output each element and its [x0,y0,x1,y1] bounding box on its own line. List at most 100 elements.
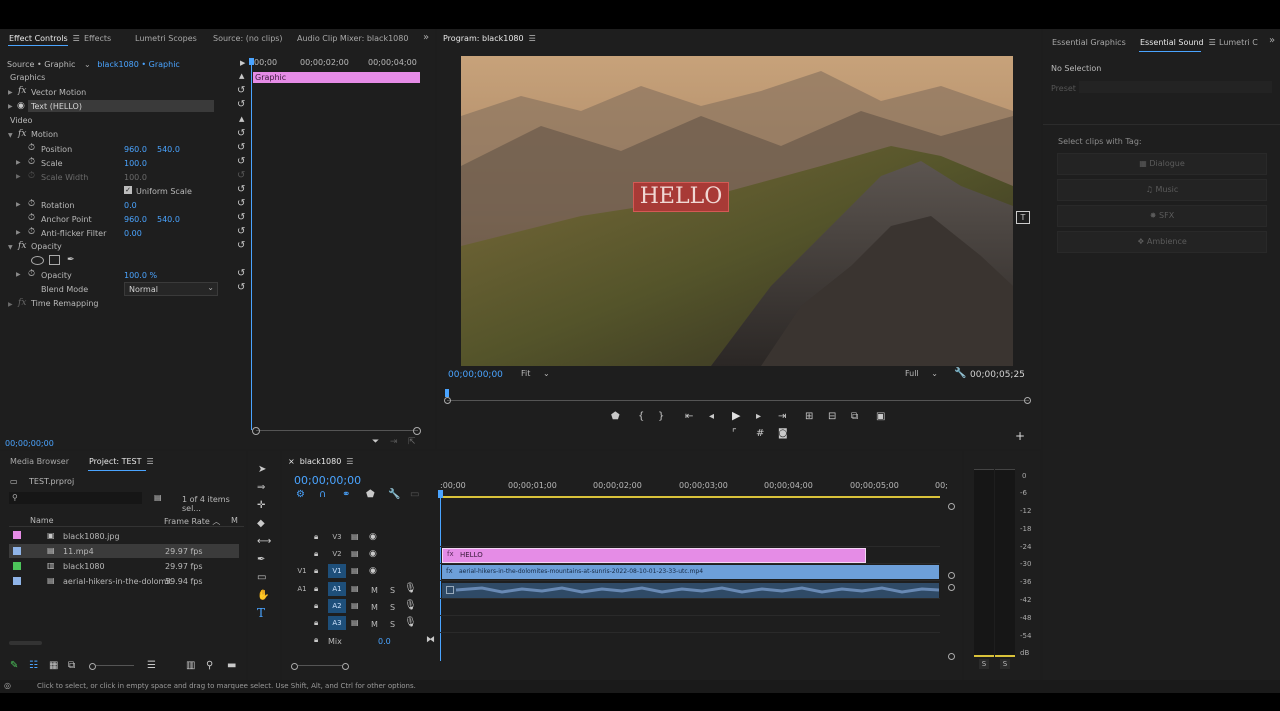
label-color-swatch[interactable] [13,562,21,570]
eye-icon[interactable]: ◉ [369,566,377,576]
solo-left-button[interactable]: S [979,659,989,669]
selection-tool-icon[interactable]: ➤ [258,465,266,475]
lock-icon[interactable]: 🔒︎ [314,635,318,645]
razor-tool-icon[interactable]: ◆ [257,519,265,529]
fx-icon[interactable]: fx [18,129,26,139]
tab-lumetri-color[interactable]: Lumetri C [1219,38,1258,47]
ec-playhead[interactable] [251,60,252,430]
automate-icon[interactable]: ▥ [186,661,195,671]
source-selector[interactable]: Source • Graphic ⌄ black1080 • Graphic [7,60,180,69]
type-tool-icon[interactable]: T [257,607,265,619]
sequence-tab[interactable]: × black1080 ☰ [288,457,353,466]
track-a2-target[interactable]: A2 [328,599,346,613]
microphone-icon[interactable]: 🎙︎ [404,618,417,628]
mute-button[interactable]: M [371,620,378,629]
program-tab[interactable]: Program: black1080 ☰ [443,34,536,43]
new-bin-icon[interactable]: ▤ [154,493,162,503]
zoom-slider[interactable] [96,665,134,666]
project-item-row[interactable]: ▤ 11.mp4 29.97 fps [9,544,239,558]
ellipse-mask-icon[interactable] [31,256,44,265]
ec-zoom-scroll[interactable] [256,430,418,431]
preset-select[interactable] [1079,81,1272,93]
timeline-ruler[interactable]: :00;00 00;00;01;00 00;00;02;00 00;00;03;… [440,479,950,499]
mute-button[interactable]: M [371,586,378,595]
reset-icon[interactable]: ↺ [237,156,245,167]
freeform-view-icon[interactable]: ⧉ [68,661,75,671]
tag-ambience-button[interactable]: ❖ Ambience [1057,231,1267,253]
solo-button[interactable]: S [390,620,395,629]
safe-margins-icon[interactable]: ⌜ [732,429,737,439]
scale-value[interactable]: 100.0 [124,159,147,168]
list-view-icon[interactable]: ☷ [29,661,38,671]
eye-icon[interactable]: ◉ [369,549,377,559]
share-icon[interactable]: ⇱ [408,437,416,447]
icon-view-icon[interactable]: ▦ [49,661,58,671]
panel-menu-icon[interactable]: ☰ [1209,38,1216,47]
stopwatch-icon[interactable]: ⏱ [28,227,35,237]
tag-music-button[interactable]: ♫ Music [1057,179,1267,201]
position-y-value[interactable]: 540.0 [157,145,180,154]
sync-lock-icon[interactable]: ▤ [351,618,359,628]
insert-icon[interactable]: ⧉ [851,412,858,422]
scrubber-end-handle[interactable] [1024,397,1031,404]
col-m[interactable]: M [231,516,238,525]
video-clip[interactable]: fx aerial-hikers-in-the-dolomites-mounta… [442,565,939,579]
lock-icon[interactable]: 🔒︎ [314,549,318,559]
hello-graphic-clip[interactable]: fx HELLO [442,548,866,563]
filter-icon[interactable]: ⏷ [372,437,379,447]
export-icon[interactable]: ⇥ [390,437,398,447]
track-v2-target[interactable]: V2 [328,547,346,561]
scroll-handle-right[interactable] [413,427,421,435]
fit-select[interactable]: Fit ⌄ [521,369,557,380]
tab-essential-sound[interactable]: Essential Sound ☰ [1140,38,1216,47]
audio-clip[interactable] [442,583,939,598]
panel-menu-icon[interactable]: ☰ [346,457,353,466]
timeline-timecode[interactable]: 00;00;00;00 [294,474,361,487]
close-icon[interactable]: × [288,457,295,466]
fx-icon[interactable]: fx [18,86,26,96]
project-h-scrollbar[interactable] [9,641,42,645]
play-icon[interactable]: ▶ [732,410,740,421]
go-to-in-icon[interactable]: ⇤ [685,412,693,422]
tab-project[interactable]: Project: TEST ☰ [89,457,154,466]
go-to-out-icon[interactable]: ⇥ [778,412,786,422]
zoom-handle-right[interactable] [342,663,349,670]
ec-timeline-ruler[interactable]: 00;00 00;00;02;00 00;00;04;00 [251,58,421,70]
track-v1-target[interactable]: V1 [328,564,346,578]
v-scroll-handle[interactable] [948,584,955,591]
graphic-clip-bar[interactable]: Graphic [253,72,420,83]
track-a1-target[interactable]: A1 [328,582,346,596]
hello-text-overlay[interactable]: HELLO [633,182,729,212]
blend-mode-select[interactable]: Normal ⌄ [124,282,218,296]
track-v3-target[interactable]: V3 [328,530,346,544]
sync-lock-icon[interactable]: ▤ [351,532,359,542]
sync-lock-icon[interactable]: ▤ [351,601,359,611]
hand-tool-icon[interactable]: ✋ [257,591,269,601]
panel-menu-icon[interactable]: ☰ [147,457,154,466]
source-a1-patch[interactable]: A1 [293,582,311,596]
settings-wrench-icon[interactable]: 🔧 [388,490,400,500]
reset-icon[interactable]: ↺ [237,184,245,195]
ec-timecode[interactable]: 00;00;00;00 [5,439,54,448]
solo-button[interactable]: S [390,586,395,595]
clip-link[interactable]: black1080 • Graphic [97,60,180,69]
stopwatch-icon[interactable]: ⏱ [28,157,35,167]
project-item-row[interactable]: ▣ black1080.jpg [9,529,239,543]
expand-icon[interactable]: ▶ [8,103,13,110]
add-marker-icon[interactable]: ⬟ [611,412,620,422]
collapse-up-icon[interactable]: ▲ [239,72,244,80]
find-icon[interactable]: ⚲ [206,661,213,671]
position-x-value[interactable]: 960.0 [124,145,147,154]
slip-tool-icon[interactable]: ⟷ [257,537,271,547]
uniform-scale-checkbox[interactable]: ✓ [124,186,132,194]
rotation-value[interactable]: 0.0 [124,201,137,210]
timeline-zoom-scroll[interactable] [298,665,342,666]
label-color-swatch[interactable] [13,577,21,585]
step-back-icon[interactable]: ◂ [709,412,714,422]
microphone-icon[interactable]: 🎙︎ [404,584,417,594]
track-a3-target[interactable]: A3 [328,616,346,630]
add-button-icon[interactable]: + [1015,430,1025,442]
snap-icon[interactable]: ∩ [319,490,326,500]
pen-tool-icon[interactable]: ✒ [257,555,265,565]
source-v1-patch[interactable]: V1 [293,564,311,578]
